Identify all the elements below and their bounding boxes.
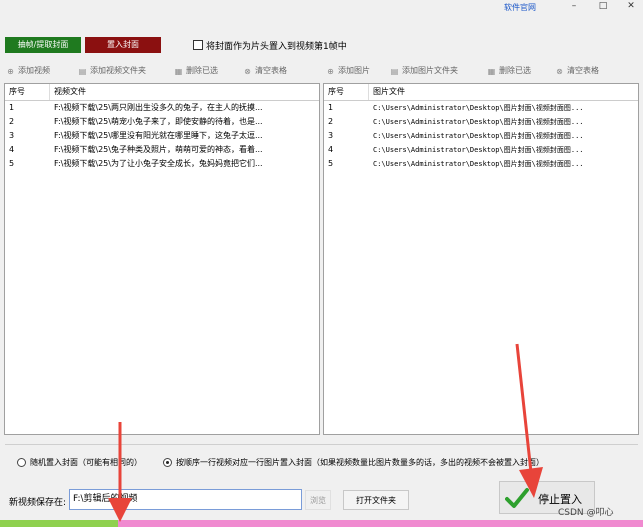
table-row[interactable]: 2 F:\视频下载\25\萌宠小兔子来了，即使安静的待着，也是... — [5, 115, 319, 129]
col-index-header[interactable]: 序号 — [5, 84, 50, 100]
table-row[interactable]: 4 C:\Users\Administrator\Desktop\图片封面\视频封… — [324, 143, 638, 157]
first-frame-checkbox[interactable] — [193, 40, 203, 50]
add-image-folder-button[interactable]: ▤ 添加图片文件夹 — [390, 64, 458, 78]
image-table[interactable]: 序号 图片文件 1 C:\Users\Administrator\Desktop\… — [323, 83, 639, 435]
video-table-header: 序号 视频文件 — [5, 84, 319, 101]
progress-bar-remaining — [118, 520, 643, 527]
minimize-button[interactable]: – — [563, 0, 585, 13]
insert-cover-button[interactable]: 置入封面 — [85, 37, 161, 53]
table-row[interactable]: 5 F:\视频下载\25\为了让小兔子安全成长，兔妈妈竟把它们... — [5, 157, 319, 171]
add-video-folder-button[interactable]: ▤ 添加视频文件夹 — [78, 64, 146, 78]
col-index-header[interactable]: 序号 — [324, 84, 369, 100]
plus-icon: ⊕ — [7, 66, 14, 76]
folder-icon: ▤ — [390, 66, 399, 76]
software-site-link[interactable]: 软件官网 — [504, 2, 536, 13]
maximize-button[interactable]: □ — [592, 0, 614, 13]
extract-cover-button[interactable]: 抽帧/提取封面 — [5, 37, 81, 53]
browse-button[interactable]: 浏览 — [305, 490, 331, 510]
col-file-header[interactable]: 视频文件 — [50, 84, 319, 100]
plus-icon: ⊕ — [327, 66, 334, 76]
table-row[interactable]: 3 F:\视频下载\25\哪里没有阳光就在哪里睡下，这兔子太逗... — [5, 129, 319, 143]
table-row[interactable]: 1 F:\视频下载\25\两只刚出生没多久的兔子，在主人的抚摸... — [5, 101, 319, 115]
clear-image-table-button[interactable]: ⊗ 清空表格 — [555, 64, 599, 78]
clear-icon: ⊗ — [244, 66, 251, 76]
table-row[interactable]: 2 C:\Users\Administrator\Desktop\图片封面\视频封… — [324, 115, 638, 129]
random-insert-radio[interactable] — [17, 458, 26, 467]
delete-icon: ▦ — [174, 66, 183, 76]
col-file-header[interactable]: 图片文件 — [369, 84, 638, 100]
close-button[interactable]: ✕ — [620, 0, 642, 13]
table-row[interactable]: 5 C:\Users\Administrator\Desktop\图片封面\视频封… — [324, 157, 638, 171]
annotation-arrow-left — [108, 422, 132, 522]
table-row[interactable]: 4 F:\视频下载\25\兔子种类及照片，萌萌可爱的神态，看着... — [5, 143, 319, 157]
clear-icon: ⊗ — [556, 66, 563, 76]
delete-selected-images-button[interactable]: ▦ 删除已选 — [487, 64, 531, 78]
clear-video-table-button[interactable]: ⊗ 清空表格 — [243, 64, 287, 78]
table-row[interactable]: 1 C:\Users\Administrator\Desktop\图片封面\视频封… — [324, 101, 638, 115]
title-bar — [0, 0, 643, 14]
table-row[interactable]: 3 C:\Users\Administrator\Desktop\图片封面\视频封… — [324, 129, 638, 143]
add-video-button[interactable]: ⊕ 添加视频 — [6, 64, 50, 78]
add-image-button[interactable]: ⊕ 添加图片 — [326, 64, 370, 78]
annotation-arrow-right — [515, 343, 543, 498]
open-folder-button[interactable]: 打开文件夹 — [343, 490, 409, 510]
delete-icon: ▦ — [487, 66, 496, 76]
image-table-header: 序号 图片文件 — [324, 84, 638, 101]
sequential-insert-radio[interactable] — [163, 458, 172, 467]
delete-selected-videos-button[interactable]: ▦ 删除已选 — [174, 64, 218, 78]
watermark: CSDN @叩心 — [558, 508, 614, 518]
video-table[interactable]: 序号 视频文件 1 F:\视频下载\25\两只刚出生没多久的兔子，在主人的抚摸..… — [4, 83, 320, 435]
first-frame-checkbox-label: 将封面作为片头置入到视频第1帧中 — [206, 42, 347, 52]
sequential-insert-label: 按顺序一行视频对应一行图片置入封面（如果视频数量比图片数量多的话，多出的视频不会… — [176, 458, 544, 467]
folder-icon: ▤ — [78, 66, 87, 76]
save-path-label: 新视频保存在: — [9, 498, 67, 508]
